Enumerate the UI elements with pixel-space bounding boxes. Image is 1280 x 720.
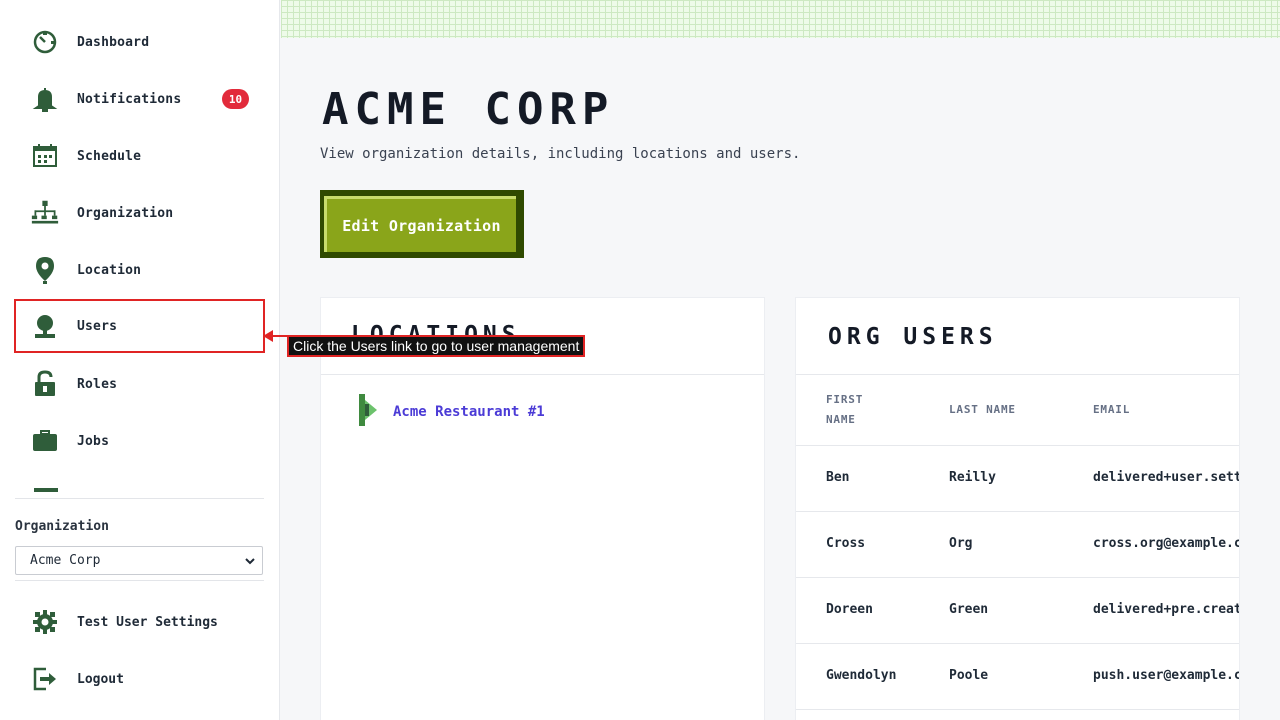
sidebar-item-location[interactable]: Location — [15, 244, 264, 296]
sidebar-item-schedule[interactable]: Schedule — [15, 130, 264, 182]
sidebar-divider — [15, 498, 264, 499]
edit-organization-button[interactable]: Edit Organization — [320, 190, 524, 258]
cell-last-name: Poole — [949, 668, 989, 683]
cell-first-name: Doreen — [826, 602, 873, 617]
location-name: Acme Restaurant #1 — [393, 404, 545, 420]
table-row[interactable]: Gwendolyn Poole push.user@example.com — [796, 643, 1239, 709]
edit-organization-label: Edit Organization — [324, 196, 516, 252]
logout-button[interactable]: Logout — [15, 655, 264, 703]
org-users-card: ORG USERS FIRST NAME LAST NAME EMAIL Ben… — [795, 297, 1240, 720]
sidebar-item-dashboard[interactable]: Dashboard — [15, 16, 264, 68]
sidebar-item-jobs[interactable]: Jobs — [15, 415, 264, 467]
sidebar-item-roles[interactable]: Roles — [15, 358, 264, 410]
sidebar-item-label: Notifications — [77, 91, 182, 107]
cell-email: delivered+user.settin — [1093, 470, 1239, 485]
notification-count-badge: 10 — [222, 89, 249, 109]
location-marker-icon — [359, 394, 379, 430]
sidebar-item-label: Jobs — [77, 433, 110, 449]
cell-email: push.user@example.com — [1093, 668, 1239, 683]
column-header-email[interactable]: EMAIL — [1093, 400, 1130, 420]
map-pin-icon — [31, 256, 59, 284]
lock-icon — [31, 370, 59, 398]
org-users-title: ORG USERS — [828, 324, 998, 350]
sidebar-item-test-user-settings[interactable]: Test User Settings — [15, 598, 264, 646]
sidebar-item-label: Organization — [77, 205, 174, 221]
sidebar-item-label: Users — [77, 318, 118, 334]
sidebar-item-label: Schedule — [77, 148, 142, 164]
top-grid-strip — [281, 0, 1280, 38]
org-chart-icon — [31, 199, 59, 227]
table-row[interactable] — [796, 709, 1239, 720]
organization-label: Organization — [15, 519, 109, 534]
sidebar-item-notifications[interactable]: Notifications 10 — [15, 73, 264, 125]
sidebar-item-label: Logout — [77, 671, 124, 687]
annotation-tooltip: Click the Users link to go to user manag… — [287, 335, 586, 357]
column-header-first-name[interactable]: FIRST NAME — [826, 390, 886, 430]
dashboard-icon — [31, 28, 59, 56]
cell-first-name: Gwendolyn — [826, 668, 897, 683]
sidebar-divider — [15, 580, 264, 581]
cell-last-name: Org — [949, 536, 973, 551]
sidebar-item-label: Roles — [77, 376, 118, 392]
sidebar-item-users[interactable]: Users — [14, 299, 265, 353]
sidebar-item-label: Dashboard — [77, 34, 150, 50]
user-icon — [31, 312, 59, 340]
cell-last-name: Reilly — [949, 470, 996, 485]
cell-first-name: Ben — [826, 470, 850, 485]
gear-icon — [31, 608, 59, 636]
sidebar-item-label: Location — [77, 262, 142, 278]
bell-icon — [31, 85, 59, 113]
logout-icon — [31, 665, 59, 693]
cell-email: delivered+pre.created — [1093, 602, 1239, 617]
page-subtitle: View organization details, including loc… — [320, 146, 801, 162]
calendar-icon — [31, 142, 59, 170]
card-divider — [321, 374, 764, 375]
table-row[interactable]: Doreen Green delivered+pre.created — [796, 577, 1239, 643]
cell-last-name: Green — [949, 602, 989, 617]
locations-card: LOCATIONS Acme Restaurant #1 — [320, 297, 765, 720]
sidebar-nav: Dashboard Notifications 10 Schedule Orga… — [0, 0, 280, 492]
location-link[interactable]: Acme Restaurant #1 — [359, 394, 545, 430]
organization-select[interactable]: Acme Corp — [15, 546, 263, 575]
table-row[interactable]: Cross Org cross.org@example.com — [796, 511, 1239, 577]
cell-first-name: Cross — [826, 536, 866, 551]
cell-email: cross.org@example.com — [1093, 536, 1239, 551]
chevron-down-icon — [244, 555, 256, 571]
table-row[interactable]: Ben Reilly delivered+user.settin — [796, 445, 1239, 511]
partial-nav-icon — [34, 488, 58, 492]
annotation-arrow-head — [263, 330, 273, 342]
card-divider — [796, 374, 1239, 375]
column-header-last-name[interactable]: LAST NAME — [949, 400, 1016, 420]
organization-select-value: Acme Corp — [30, 553, 101, 568]
sidebar-item-label: Test User Settings — [77, 614, 218, 630]
briefcase-icon — [31, 427, 59, 455]
page-title: ACME CORP — [322, 84, 615, 135]
sidebar-item-organization[interactable]: Organization — [15, 187, 264, 239]
sidebar: Dashboard Notifications 10 Schedule Orga… — [0, 0, 280, 720]
